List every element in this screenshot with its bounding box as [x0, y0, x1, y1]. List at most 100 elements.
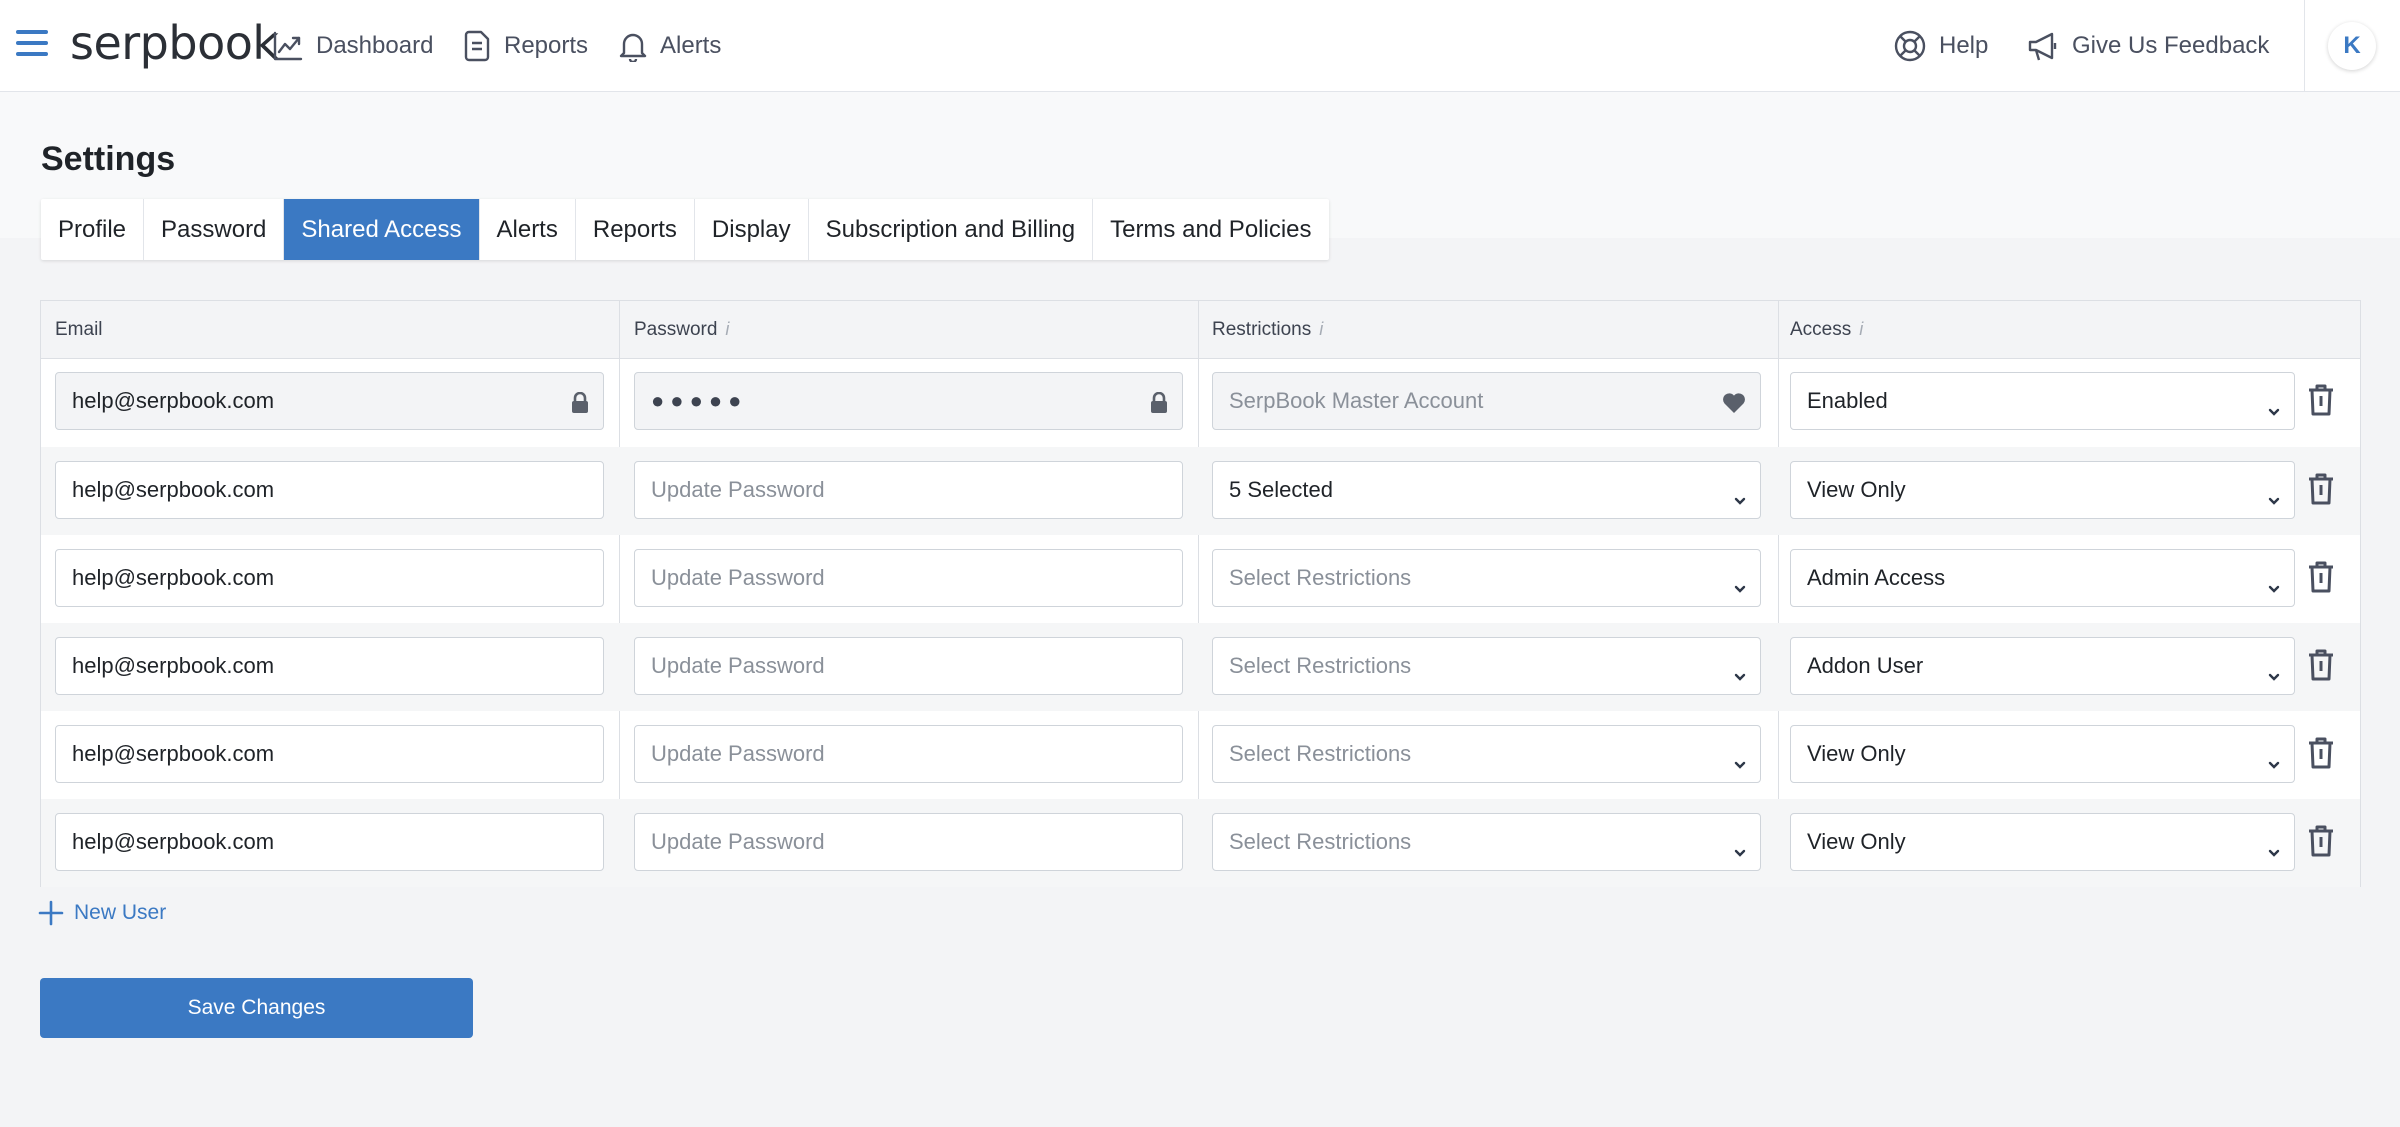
- trash-icon[interactable]: [2307, 649, 2335, 686]
- access-select[interactable]: Enabled: [1790, 372, 2295, 430]
- trash-icon[interactable]: [2307, 737, 2335, 774]
- password-value: Update Password: [651, 653, 825, 678]
- restrictions-select[interactable]: 5 Selected: [1212, 461, 1761, 519]
- access-value: View Only: [1807, 829, 1906, 854]
- nav-feedback-label: Give Us Feedback: [2072, 32, 2270, 59]
- access-select[interactable]: Addon User: [1790, 637, 2295, 695]
- email-field[interactable]: help@serpbook.com: [55, 549, 604, 607]
- chart-line-icon: [273, 31, 303, 61]
- email-field[interactable]: help@serpbook.com: [55, 637, 604, 695]
- trash-icon[interactable]: [2307, 561, 2335, 598]
- restrictions-select[interactable]: Select Restrictions: [1212, 725, 1761, 783]
- access-select[interactable]: View Only: [1790, 725, 2295, 783]
- nav-help[interactable]: Help: [1893, 26, 1988, 66]
- header-access-label: Access: [1790, 318, 1852, 340]
- email-value: help@serpbook.com: [72, 829, 275, 854]
- chevron-down-icon: [2268, 673, 2280, 681]
- trash-icon[interactable]: [2307, 473, 2335, 510]
- password-field[interactable]: Update Password: [634, 725, 1183, 783]
- nav-feedback[interactable]: Give Us Feedback: [2026, 26, 2269, 66]
- page-title: Settings: [41, 140, 176, 178]
- access-select[interactable]: Admin Access: [1790, 549, 2295, 607]
- nav-alerts-label: Alerts: [660, 32, 722, 59]
- email-value: help@serpbook.com: [72, 565, 275, 590]
- header-email-label: Email: [55, 318, 103, 340]
- restrictions-value: SerpBook Master Account: [1229, 388, 1484, 413]
- restrictions-value: Select Restrictions: [1229, 653, 1412, 678]
- chevron-down-icon-wrap: [1734, 662, 1746, 688]
- new-user-label: New User: [74, 901, 167, 924]
- header-restrictions-label: Restrictions: [1212, 318, 1312, 340]
- restrictions-select[interactable]: Select Restrictions: [1212, 813, 1761, 871]
- restrictions-value: Select Restrictions: [1229, 829, 1412, 854]
- chevron-down-icon: [2268, 585, 2280, 593]
- password-field[interactable]: Update Password: [634, 461, 1183, 519]
- tab-subscription-billing[interactable]: Subscription and Billing: [809, 199, 1094, 260]
- email-value: help@serpbook.com: [72, 741, 275, 766]
- header-password: Password i: [634, 301, 729, 358]
- email-value: help@serpbook.com: [72, 653, 275, 678]
- lock-icon: [1151, 391, 1167, 413]
- tab-password[interactable]: Password: [144, 199, 285, 260]
- access-value: Admin Access: [1807, 565, 1946, 590]
- nav-reports[interactable]: Reports: [462, 26, 588, 66]
- lock-icon-wrap: [1150, 391, 1168, 420]
- plus-icon: [38, 900, 64, 926]
- restrictions-select[interactable]: Select Restrictions: [1212, 549, 1761, 607]
- tab-profile[interactable]: Profile: [41, 199, 145, 260]
- access-value: View Only: [1807, 741, 1906, 766]
- table-row: help@serpbook.com Update Password Select R…: [41, 535, 2360, 623]
- header-email: Email: [55, 301, 103, 358]
- email-value: help@serpbook.com: [72, 477, 275, 502]
- chevron-down-icon-wrap: [2268, 662, 2280, 688]
- email-field[interactable]: help@serpbook.com: [55, 813, 604, 871]
- header-password-label: Password: [634, 318, 718, 340]
- save-changes-button[interactable]: Save Changes: [40, 978, 473, 1038]
- tab-reports[interactable]: Reports: [576, 199, 695, 260]
- hamburger-menu-icon[interactable]: [16, 30, 52, 62]
- trash-icon[interactable]: [2307, 384, 2335, 421]
- serpbook-logo[interactable]: serpbook: [70, 16, 279, 70]
- email-value: help@serpbook.com: [72, 388, 275, 413]
- chevron-down-icon-wrap: [1734, 838, 1746, 864]
- restrictions-value: Select Restrictions: [1229, 565, 1412, 590]
- info-icon[interactable]: i: [1319, 319, 1323, 340]
- lock-icon-wrap: [571, 391, 589, 420]
- chevron-down-icon: [1734, 673, 1746, 681]
- megaphone-icon: [2028, 32, 2057, 61]
- restrictions-select: SerpBook Master Account: [1212, 372, 1761, 430]
- access-select[interactable]: View Only: [1790, 813, 2295, 871]
- password-value: ●●●●●: [651, 388, 748, 413]
- access-select[interactable]: View Only: [1790, 461, 2295, 519]
- password-field[interactable]: Update Password: [634, 637, 1183, 695]
- password-field: ●●●●●: [634, 372, 1183, 430]
- restrictions-select[interactable]: Select Restrictions: [1212, 637, 1761, 695]
- restrictions-value: Select Restrictions: [1229, 741, 1412, 766]
- trash-icon[interactable]: [2307, 825, 2335, 862]
- password-value: Update Password: [651, 829, 825, 854]
- nav-divider: [2304, 0, 2305, 92]
- nav-dashboard[interactable]: Dashboard: [272, 26, 433, 66]
- header-access: Access i: [1790, 301, 1863, 358]
- lock-icon: [572, 391, 588, 413]
- user-avatar[interactable]: K: [2328, 22, 2376, 70]
- tab-terms-policies[interactable]: Terms and Policies: [1093, 199, 1328, 260]
- info-icon[interactable]: i: [1859, 319, 1863, 340]
- nav-alerts[interactable]: Alerts: [618, 26, 721, 66]
- chevron-down-icon: [1734, 849, 1746, 857]
- new-user-button[interactable]: New User: [38, 900, 166, 926]
- chevron-down-icon-wrap: [2268, 838, 2280, 864]
- nav-reports-label: Reports: [504, 32, 589, 59]
- lifebuoy-icon: [1894, 30, 1926, 62]
- tab-shared-access[interactable]: Shared Access: [284, 199, 480, 260]
- email-field[interactable]: help@serpbook.com: [55, 725, 604, 783]
- info-icon[interactable]: i: [725, 319, 729, 340]
- chevron-down-icon: [2268, 497, 2280, 505]
- password-field[interactable]: Update Password: [634, 549, 1183, 607]
- chevron-down-icon-wrap: [1734, 574, 1746, 600]
- email-field[interactable]: help@serpbook.com: [55, 461, 604, 519]
- tab-alerts[interactable]: Alerts: [480, 199, 576, 260]
- settings-tabs: Profile Password Shared Access Alerts Re…: [41, 199, 1329, 260]
- tab-display[interactable]: Display: [695, 199, 809, 260]
- password-field[interactable]: Update Password: [634, 813, 1183, 871]
